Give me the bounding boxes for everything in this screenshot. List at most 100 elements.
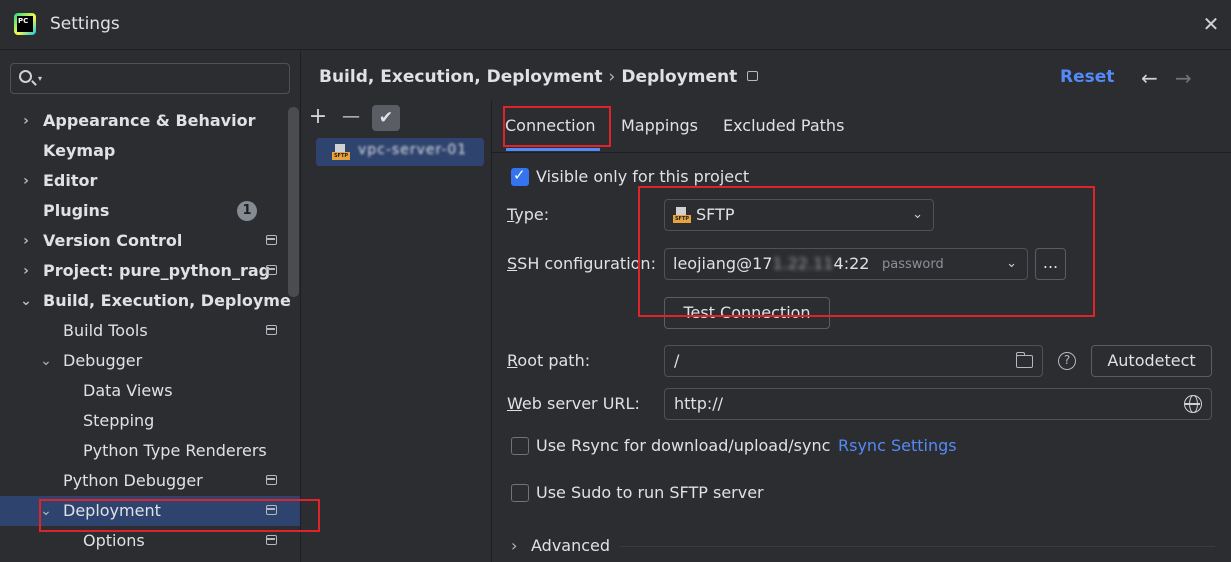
tree-item-version-control[interactable]: › Version Control (0, 226, 300, 256)
tree-item-label: Data Views (83, 381, 173, 400)
type-label: Type: (507, 205, 550, 224)
globe-icon[interactable] (1184, 395, 1202, 413)
tree-item-build-execution[interactable]: ⌄ Build, Execution, Deployme (0, 286, 300, 316)
project-scope-icon (266, 235, 277, 245)
chevron-right-icon[interactable]: › (18, 256, 34, 286)
tree-item-label: Build Tools (63, 321, 148, 340)
tree-item-build-tools[interactable]: Build Tools (0, 316, 300, 346)
pycharm-logo-icon: PC (14, 13, 36, 35)
tree-item-label: Python Debugger (63, 471, 203, 490)
sftp-server-icon: SFTP (332, 144, 350, 160)
close-icon[interactable]: ✕ (1199, 12, 1223, 36)
tree-item-label: Debugger (63, 351, 143, 370)
tree-item-data-views[interactable]: Data Views (0, 376, 300, 406)
tree-item-label: Keymap (43, 141, 116, 160)
tree-item-label: Stepping (83, 411, 155, 430)
search-icon (19, 70, 32, 83)
sudo-checkbox[interactable] (511, 484, 529, 502)
tab-bar: Connection Mappings Excluded Paths (492, 100, 1231, 153)
tree-item-label: Python Type Renderers (83, 441, 267, 460)
tree-item-stepping[interactable]: Stepping (0, 406, 300, 436)
tree-item-plugins[interactable]: Plugins 1 (0, 196, 300, 226)
tree-item-options[interactable]: Options (0, 526, 300, 556)
tree-item-project[interactable]: › Project: pure_python_rag (0, 256, 300, 286)
pane-divider[interactable] (491, 100, 492, 562)
type-select[interactable]: SFTP SFTP ⌄ (664, 199, 934, 231)
tree-item-python-type-renderers[interactable]: Python Type Renderers (0, 436, 300, 466)
breadcrumb-separator: › (608, 67, 616, 87)
chevron-down-icon[interactable]: ⌄ (18, 286, 34, 316)
type-select-value: SFTP (696, 205, 735, 224)
remove-server-icon[interactable]: — (338, 105, 364, 131)
tab-excluded-paths[interactable]: Excluded Paths (723, 116, 844, 135)
forward-arrow-icon[interactable]: → (1175, 66, 1192, 90)
chevron-right-icon[interactable]: › (18, 166, 34, 196)
rsync-checkbox[interactable] (511, 437, 529, 455)
active-tab-indicator (506, 148, 600, 151)
sftp-type-icon: SFTP (673, 207, 691, 223)
ssh-auth-hint: password (882, 257, 944, 272)
rsync-settings-link[interactable]: Rsync Settings (838, 436, 957, 455)
tree-item-appearance[interactable]: › Appearance & Behavior (0, 106, 300, 136)
chevron-right-icon[interactable]: › (18, 106, 34, 136)
root-path-label: Root path: (507, 351, 591, 370)
tree-item-debugger[interactable]: ⌄ Debugger (0, 346, 300, 376)
tree-item-python-debugger[interactable]: Python Debugger (0, 466, 300, 496)
add-server-icon[interactable]: + (305, 105, 331, 131)
project-scope-icon (266, 475, 277, 485)
server-list-pane: + — ✔ SFTP vpc-server-01 (301, 100, 491, 562)
root-path-value: / (674, 351, 680, 370)
window-title: Settings (50, 14, 120, 34)
server-name: vpc-server-01 (358, 142, 468, 158)
root-path-input[interactable]: / (664, 345, 1043, 377)
folder-icon[interactable] (1016, 352, 1033, 368)
search-input[interactable]: ▾ (10, 63, 290, 94)
tree-item-editor[interactable]: › Editor (0, 166, 300, 196)
tree-item-keymap[interactable]: Keymap (0, 136, 300, 166)
advanced-section-toggle[interactable]: Advanced (531, 536, 610, 555)
tree-item-label: Build, Execution, Deployme (43, 291, 291, 310)
tab-connection[interactable]: Connection (505, 116, 596, 135)
breadcrumb: Build, Execution, Deployment › Deployment (319, 67, 759, 87)
advanced-divider (620, 546, 1215, 547)
ssh-config-value: leojiang@171.22.114:22 (673, 254, 870, 273)
chevron-down-icon: ⌄ (1006, 256, 1017, 271)
web-url-label: Web server URL: (507, 394, 640, 413)
autodetect-button[interactable]: Autodetect (1091, 345, 1212, 377)
tree-item-deployment[interactable]: ⌄ Deployment (0, 496, 300, 526)
tree-item-label: Plugins (43, 201, 110, 220)
project-scope-icon (266, 265, 277, 275)
tree-item-label: Options (83, 531, 145, 550)
tree-item-label: Appearance & Behavior (43, 111, 256, 130)
ssh-config-select[interactable]: leojiang@171.22.114:22 password ⌄ (664, 248, 1028, 280)
tree-item-label: Deployment (63, 501, 161, 520)
chevron-down-icon: ▾ (38, 74, 43, 83)
test-connection-button[interactable]: Test Connection (664, 297, 830, 329)
visible-only-checkbox[interactable] (511, 166, 529, 186)
rsync-label: Use Rsync for download/upload/sync (536, 436, 831, 455)
ssh-browse-button[interactable]: ... (1035, 248, 1066, 280)
reset-link[interactable]: Reset (1060, 67, 1114, 87)
ssh-config-label: SSH configuration: (507, 254, 656, 273)
breadcrumb-item[interactable]: Build, Execution, Deployment (319, 67, 603, 87)
chevron-right-icon[interactable]: › (18, 226, 34, 256)
chevron-down-icon[interactable]: ⌄ (38, 346, 54, 376)
server-list-item[interactable]: SFTP vpc-server-01 (316, 138, 484, 166)
chevron-down-icon[interactable]: ⌄ (38, 496, 54, 526)
web-url-input[interactable]: http:// (664, 388, 1212, 420)
settings-tree-pane: ▾ › Appearance & Behavior Keymap › Edito… (0, 51, 300, 562)
tab-mappings[interactable]: Mappings (621, 116, 698, 135)
project-scope-icon (266, 325, 277, 335)
set-default-check-icon[interactable]: ✔ (372, 105, 400, 131)
web-url-value: http:// (674, 394, 724, 413)
title-bar: PC Settings ✕ (0, 0, 1231, 50)
back-arrow-icon[interactable]: ← (1141, 66, 1158, 90)
project-scope-icon (747, 71, 759, 81)
plugins-count-badge: 1 (237, 201, 257, 221)
chevron-right-icon[interactable]: › (511, 536, 517, 555)
project-scope-icon (266, 505, 277, 515)
chevron-down-icon: ⌄ (912, 207, 923, 222)
help-icon[interactable]: ? (1058, 352, 1076, 370)
visible-only-label: Visible only for this project (536, 167, 750, 186)
project-scope-icon (266, 535, 277, 545)
